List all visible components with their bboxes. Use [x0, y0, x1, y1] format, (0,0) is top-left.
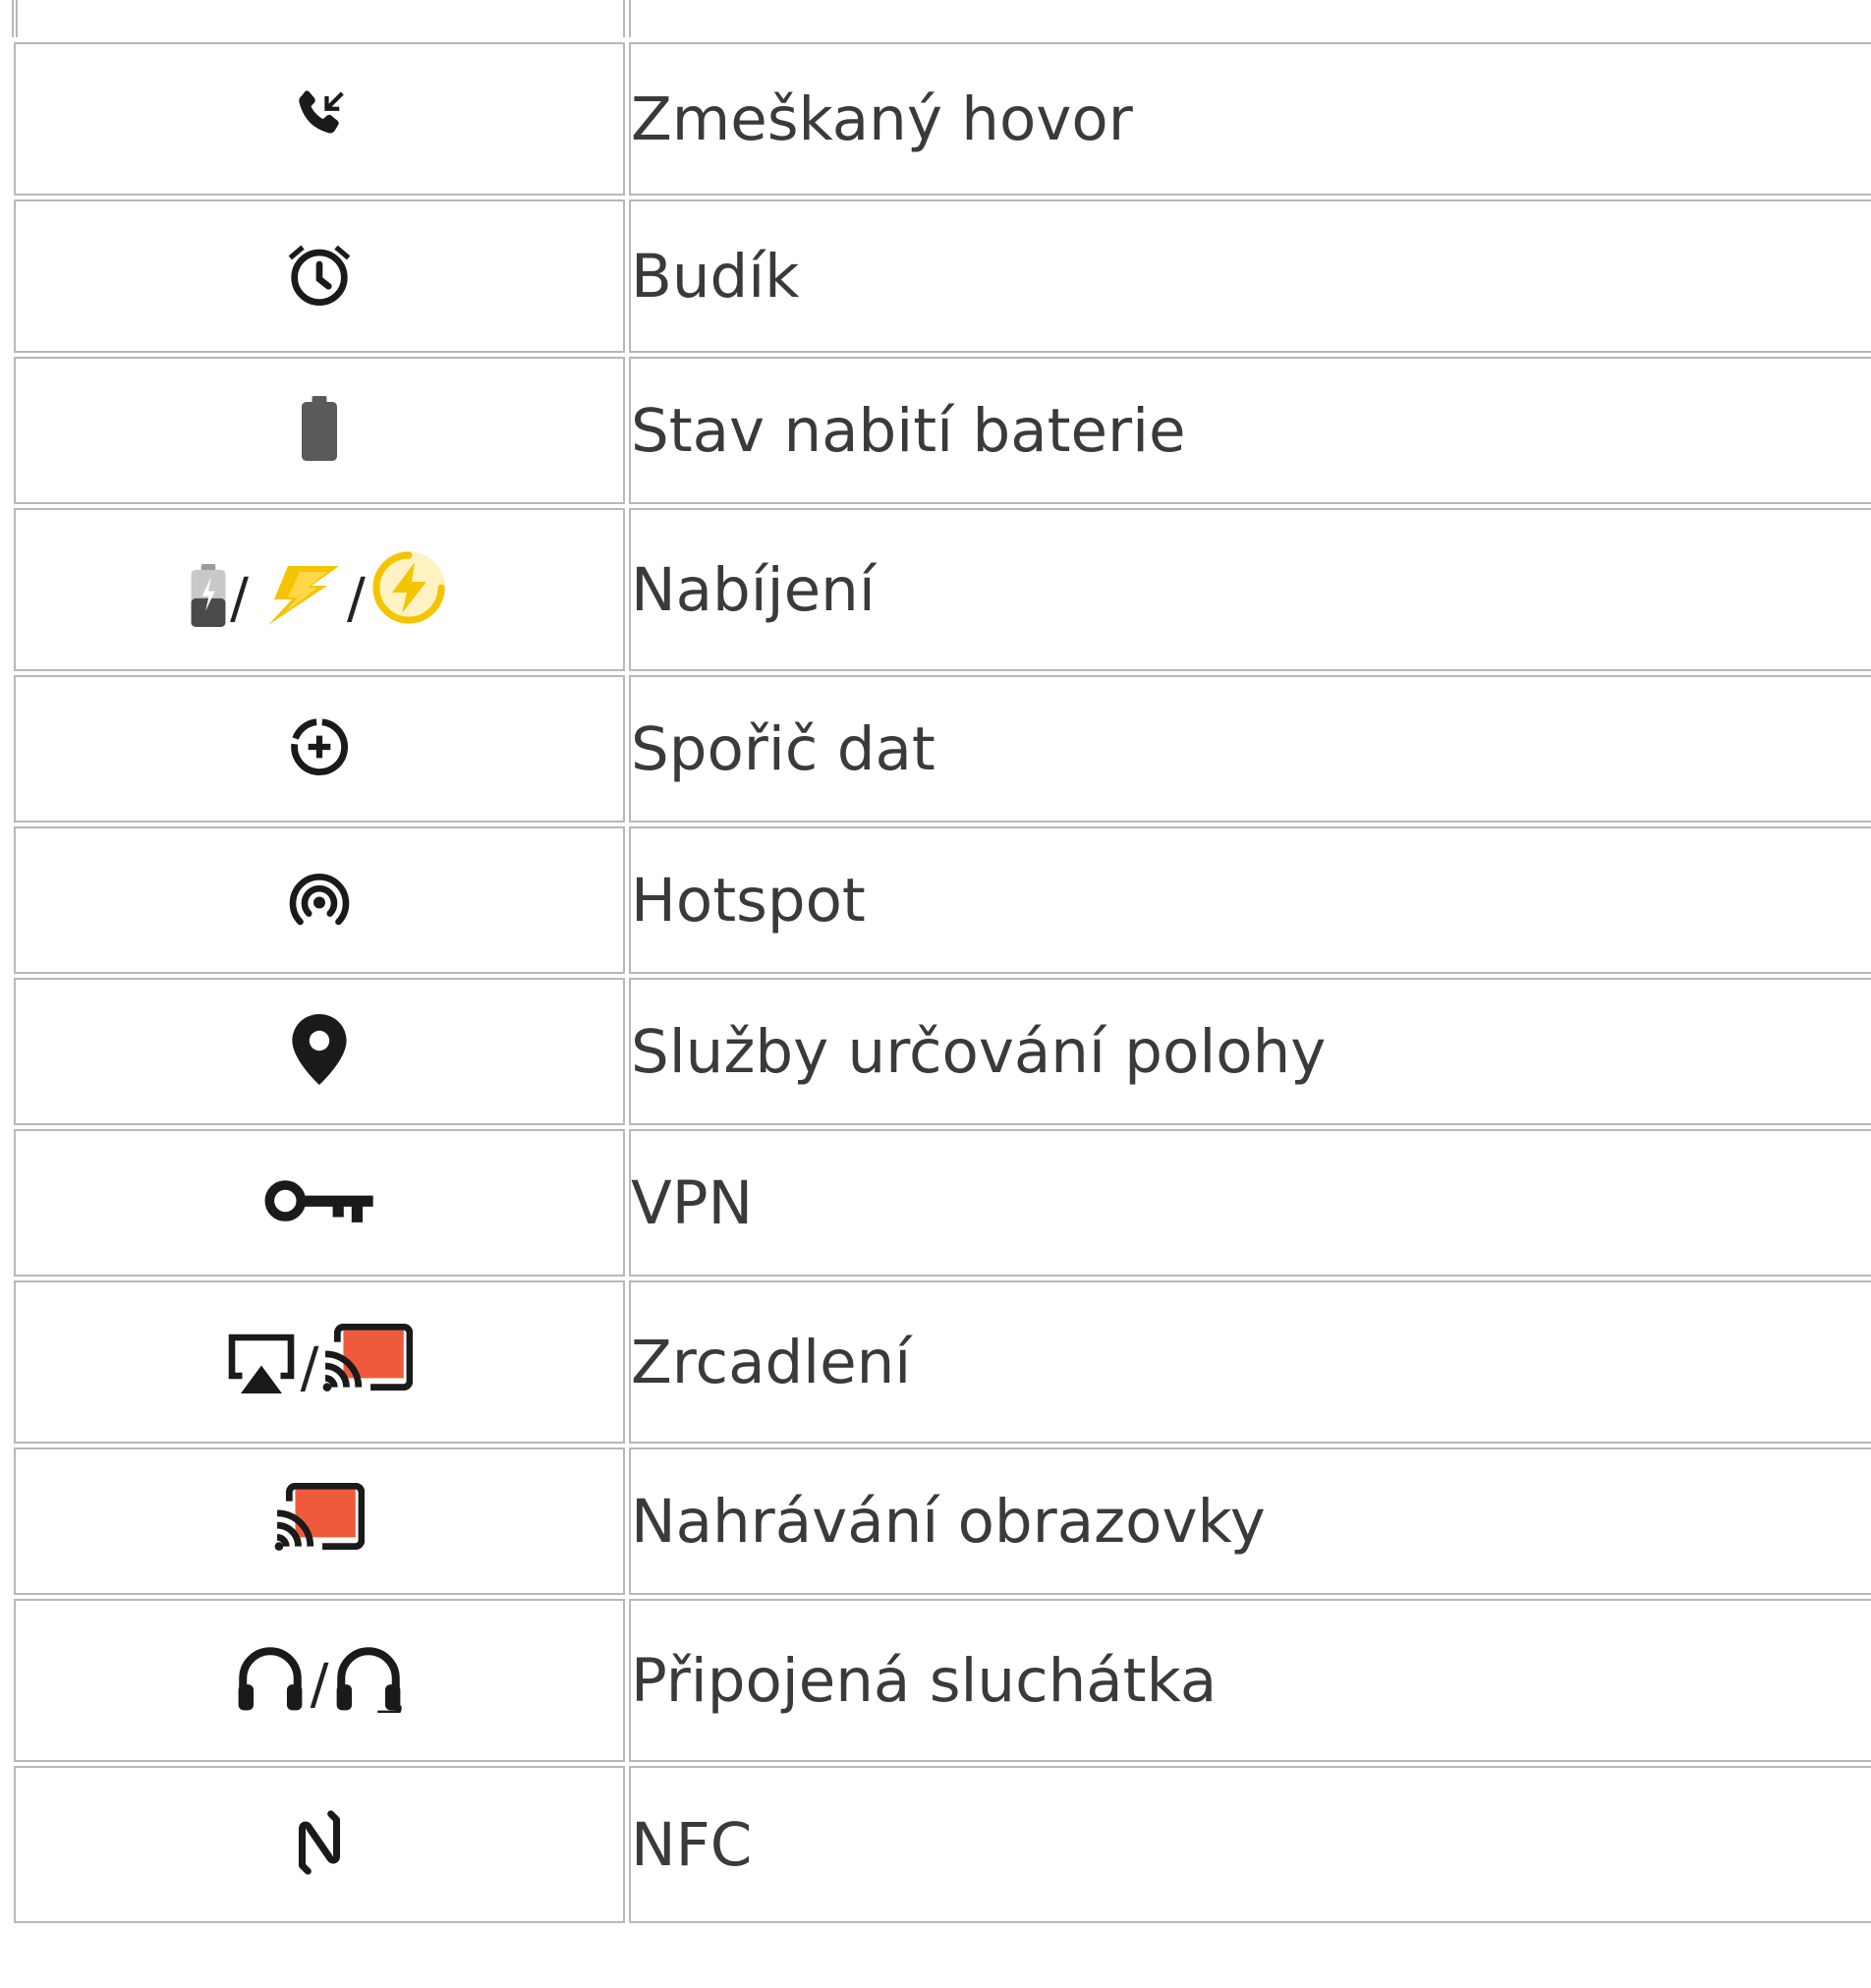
- row-label: Zrcadlení: [629, 1280, 1871, 1444]
- airplay-icon: [228, 1334, 294, 1393]
- separator: /: [310, 1653, 329, 1717]
- icon-cell: [14, 978, 625, 1125]
- table-row: Služby určování polohy: [14, 978, 1871, 1125]
- icon-cell: [14, 675, 625, 823]
- table-row: NFC: [14, 1766, 1871, 1923]
- hotspot-icon: [289, 874, 350, 926]
- table-row-partial: [12, 0, 1871, 37]
- icon-table-page: Zmeškaný hovor Budík Stav nabití baterie…: [0, 0, 1871, 1988]
- table-row: VPN: [14, 1129, 1871, 1277]
- table-row: / Zrcadlení: [14, 1280, 1871, 1444]
- icon-cell: [14, 199, 625, 353]
- row-label: Budík: [629, 199, 1871, 353]
- separator: /: [230, 567, 249, 631]
- table-row: Nahrávání obrazovky: [14, 1448, 1871, 1595]
- cast-icon: [274, 1483, 365, 1551]
- icon-cell: /: [14, 1599, 625, 1762]
- icon-cell: [14, 1766, 625, 1923]
- table-row: / / Nabíjení: [14, 508, 1871, 671]
- status-icon-table: Zmeškaný hovor Budík Stav nabití baterie…: [10, 38, 1871, 1927]
- row-label: Nahrávání obrazovky: [629, 1448, 1871, 1595]
- icon-cell: [14, 357, 625, 504]
- table-row: Budík: [14, 199, 1871, 353]
- table-row: Hotspot: [14, 826, 1871, 974]
- battery-icon: [302, 396, 337, 461]
- separator: /: [347, 567, 366, 631]
- icon-cell: /: [14, 1280, 625, 1444]
- row-label: Nabíjení: [629, 508, 1871, 671]
- lightning-icon: [268, 566, 339, 625]
- row-label: Hotspot: [629, 826, 1871, 974]
- icon-cell: [14, 1129, 625, 1277]
- nfc-icon: [299, 1810, 340, 1875]
- row-label: VPN: [629, 1129, 1871, 1277]
- table-row: Stav nabití baterie: [14, 357, 1871, 504]
- data-saver-icon: [291, 718, 348, 775]
- table-row: Spořič dat: [14, 675, 1871, 823]
- row-label: NFC: [629, 1766, 1871, 1923]
- row-label: Připojená sluchátka: [629, 1599, 1871, 1762]
- row-label: Služby určování polohy: [629, 978, 1871, 1125]
- icon-cell: [14, 42, 625, 196]
- separator: /: [300, 1336, 319, 1400]
- alarm-clock-icon: [288, 245, 351, 306]
- headphones-alt-icon: [337, 1647, 403, 1713]
- icon-cell: [14, 826, 625, 974]
- missed-call-icon: [299, 90, 344, 134]
- row-label: Stav nabití baterie: [629, 357, 1871, 504]
- row-label: Spořič dat: [629, 675, 1871, 823]
- headphones-icon: [238, 1647, 302, 1711]
- icon-cell: [14, 1448, 625, 1595]
- icon-cell: / /: [14, 508, 625, 671]
- table-row: Zmeškaný hovor: [14, 42, 1871, 196]
- row-label: Zmeškaný hovor: [629, 42, 1871, 196]
- location-pin-icon: [292, 1014, 347, 1085]
- battery-charging-icon: [191, 564, 226, 627]
- fast-charging-icon: [371, 551, 445, 624]
- vpn-key-icon: [264, 1180, 373, 1222]
- cast-icon: [323, 1324, 414, 1392]
- table-row: / Připojená sluchátka: [14, 1599, 1871, 1762]
